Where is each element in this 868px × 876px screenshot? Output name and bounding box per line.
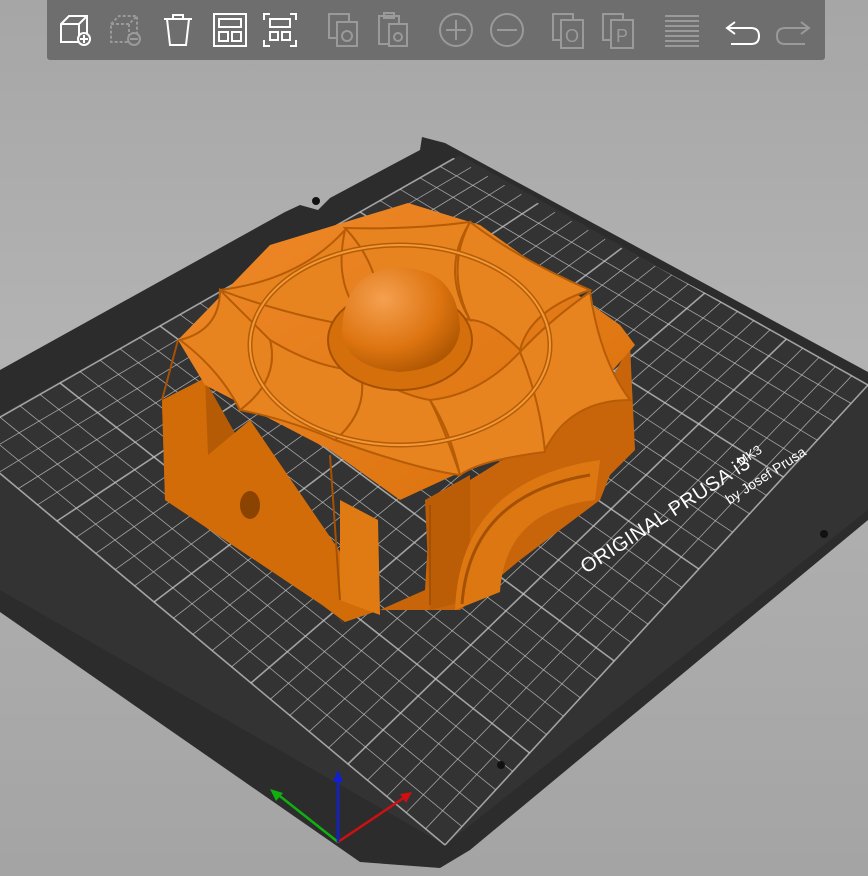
copy-button[interactable] — [323, 8, 363, 52]
arrange-selection-icon — [263, 13, 297, 47]
split-parts-glyph: P — [616, 26, 628, 46]
layers-editing-button[interactable] — [662, 8, 702, 52]
paste-icon — [378, 12, 408, 47]
arrange-icon — [213, 13, 247, 47]
delete-object-icon — [110, 15, 141, 46]
delete-all-button[interactable] — [158, 8, 198, 52]
main-toolbar: O P — [47, 0, 825, 60]
remove-instance-button[interactable] — [487, 8, 527, 52]
arrange-button[interactable] — [210, 8, 250, 52]
minus-circle-icon — [490, 13, 524, 47]
delete-object-button[interactable] — [105, 8, 145, 52]
split-objects-glyph: O — [565, 26, 579, 46]
redo-icon — [775, 21, 811, 45]
3d-viewport[interactable]: ORIGINAL PRUSA i3 MK3 by Josef Prusa — [0, 0, 868, 876]
add-object-icon — [60, 15, 91, 46]
paste-button[interactable] — [373, 8, 413, 52]
split-parts-button[interactable]: P — [599, 8, 639, 52]
undo-icon — [725, 21, 761, 45]
split-parts-icon: P — [602, 13, 634, 49]
plus-circle-icon — [439, 13, 473, 47]
copy-icon — [328, 13, 358, 47]
layers-icon — [665, 15, 699, 47]
add-object-button[interactable] — [55, 8, 95, 52]
undo-button[interactable] — [723, 8, 763, 52]
split-objects-icon: O — [552, 13, 584, 49]
model-dome — [342, 268, 460, 372]
redo-button[interactable] — [773, 8, 813, 52]
trash-icon — [164, 14, 192, 46]
split-objects-button[interactable]: O — [549, 8, 589, 52]
arrange-selection-button[interactable] — [260, 8, 300, 52]
add-instance-button[interactable] — [436, 8, 476, 52]
